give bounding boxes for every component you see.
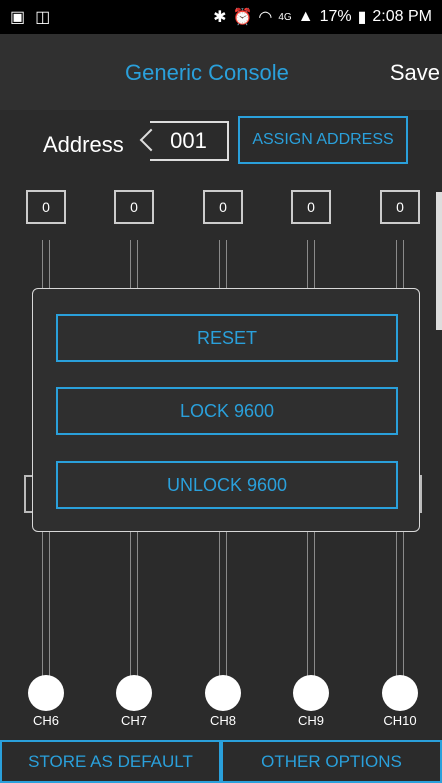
channel-label: CH7: [120, 713, 147, 728]
fader-knob[interactable]: [382, 675, 418, 711]
address-row: Address 001 ASSIGN ADDRESS: [0, 110, 442, 170]
channel-value-box[interactable]: 0: [291, 190, 331, 224]
channel-value-box[interactable]: 0: [26, 190, 66, 224]
fader-knob[interactable]: [205, 675, 241, 711]
signal-icon: ▲: [297, 8, 314, 25]
battery-percent: 17%: [319, 8, 352, 25]
clock: 2:08 PM: [372, 8, 432, 25]
store-as-default-button[interactable]: STORE AS DEFAULT: [0, 740, 221, 783]
channel-label: CH6: [32, 713, 59, 728]
bottom-bar: STORE AS DEFAULT OTHER OPTIONS: [0, 740, 442, 783]
channel-value-box[interactable]: 0: [203, 190, 243, 224]
screenshot-notification-icon: ◫: [35, 9, 51, 26]
save-button[interactable]: Save: [390, 60, 440, 86]
address-value[interactable]: 001: [150, 121, 229, 161]
battery-icon: ▮: [357, 9, 367, 26]
address-label: Address: [43, 132, 124, 157]
reset-button[interactable]: RESET: [56, 314, 398, 362]
channel-label: CH8: [209, 713, 236, 728]
scrollbar[interactable]: [436, 192, 442, 330]
channel-label: CH10: [383, 713, 417, 728]
network-type: 4G: [278, 11, 292, 23]
other-options-button[interactable]: OTHER OPTIONS: [221, 740, 442, 783]
channel-value-box[interactable]: 0: [380, 190, 420, 224]
alarm-icon: ⏰: [232, 9, 253, 26]
gallery-notification-icon: ▣: [10, 9, 26, 26]
status-bar: ▣ ◫ ✱ ⏰ ◠ 4G ▲ 17% ▮ 2:08 PM: [0, 0, 442, 34]
fader-knob[interactable]: [28, 675, 64, 711]
wifi-icon: ◠: [258, 9, 273, 26]
fader-knob[interactable]: [293, 675, 329, 711]
options-dialog: RESET LOCK 9600 UNLOCK 9600: [32, 288, 420, 532]
fader-knob[interactable]: [116, 675, 152, 711]
unlock-9600-button[interactable]: UNLOCK 9600: [56, 461, 398, 509]
channel-value-box[interactable]: 0: [114, 190, 154, 224]
app-title: Generic Console: [125, 60, 289, 85]
assign-address-button[interactable]: ASSIGN ADDRESS: [238, 116, 408, 164]
app-bar: Generic Console Save: [0, 34, 442, 110]
lock-9600-button[interactable]: LOCK 9600: [56, 387, 398, 435]
channel-label: CH9: [297, 713, 324, 728]
bluetooth-icon: ✱: [213, 9, 227, 26]
